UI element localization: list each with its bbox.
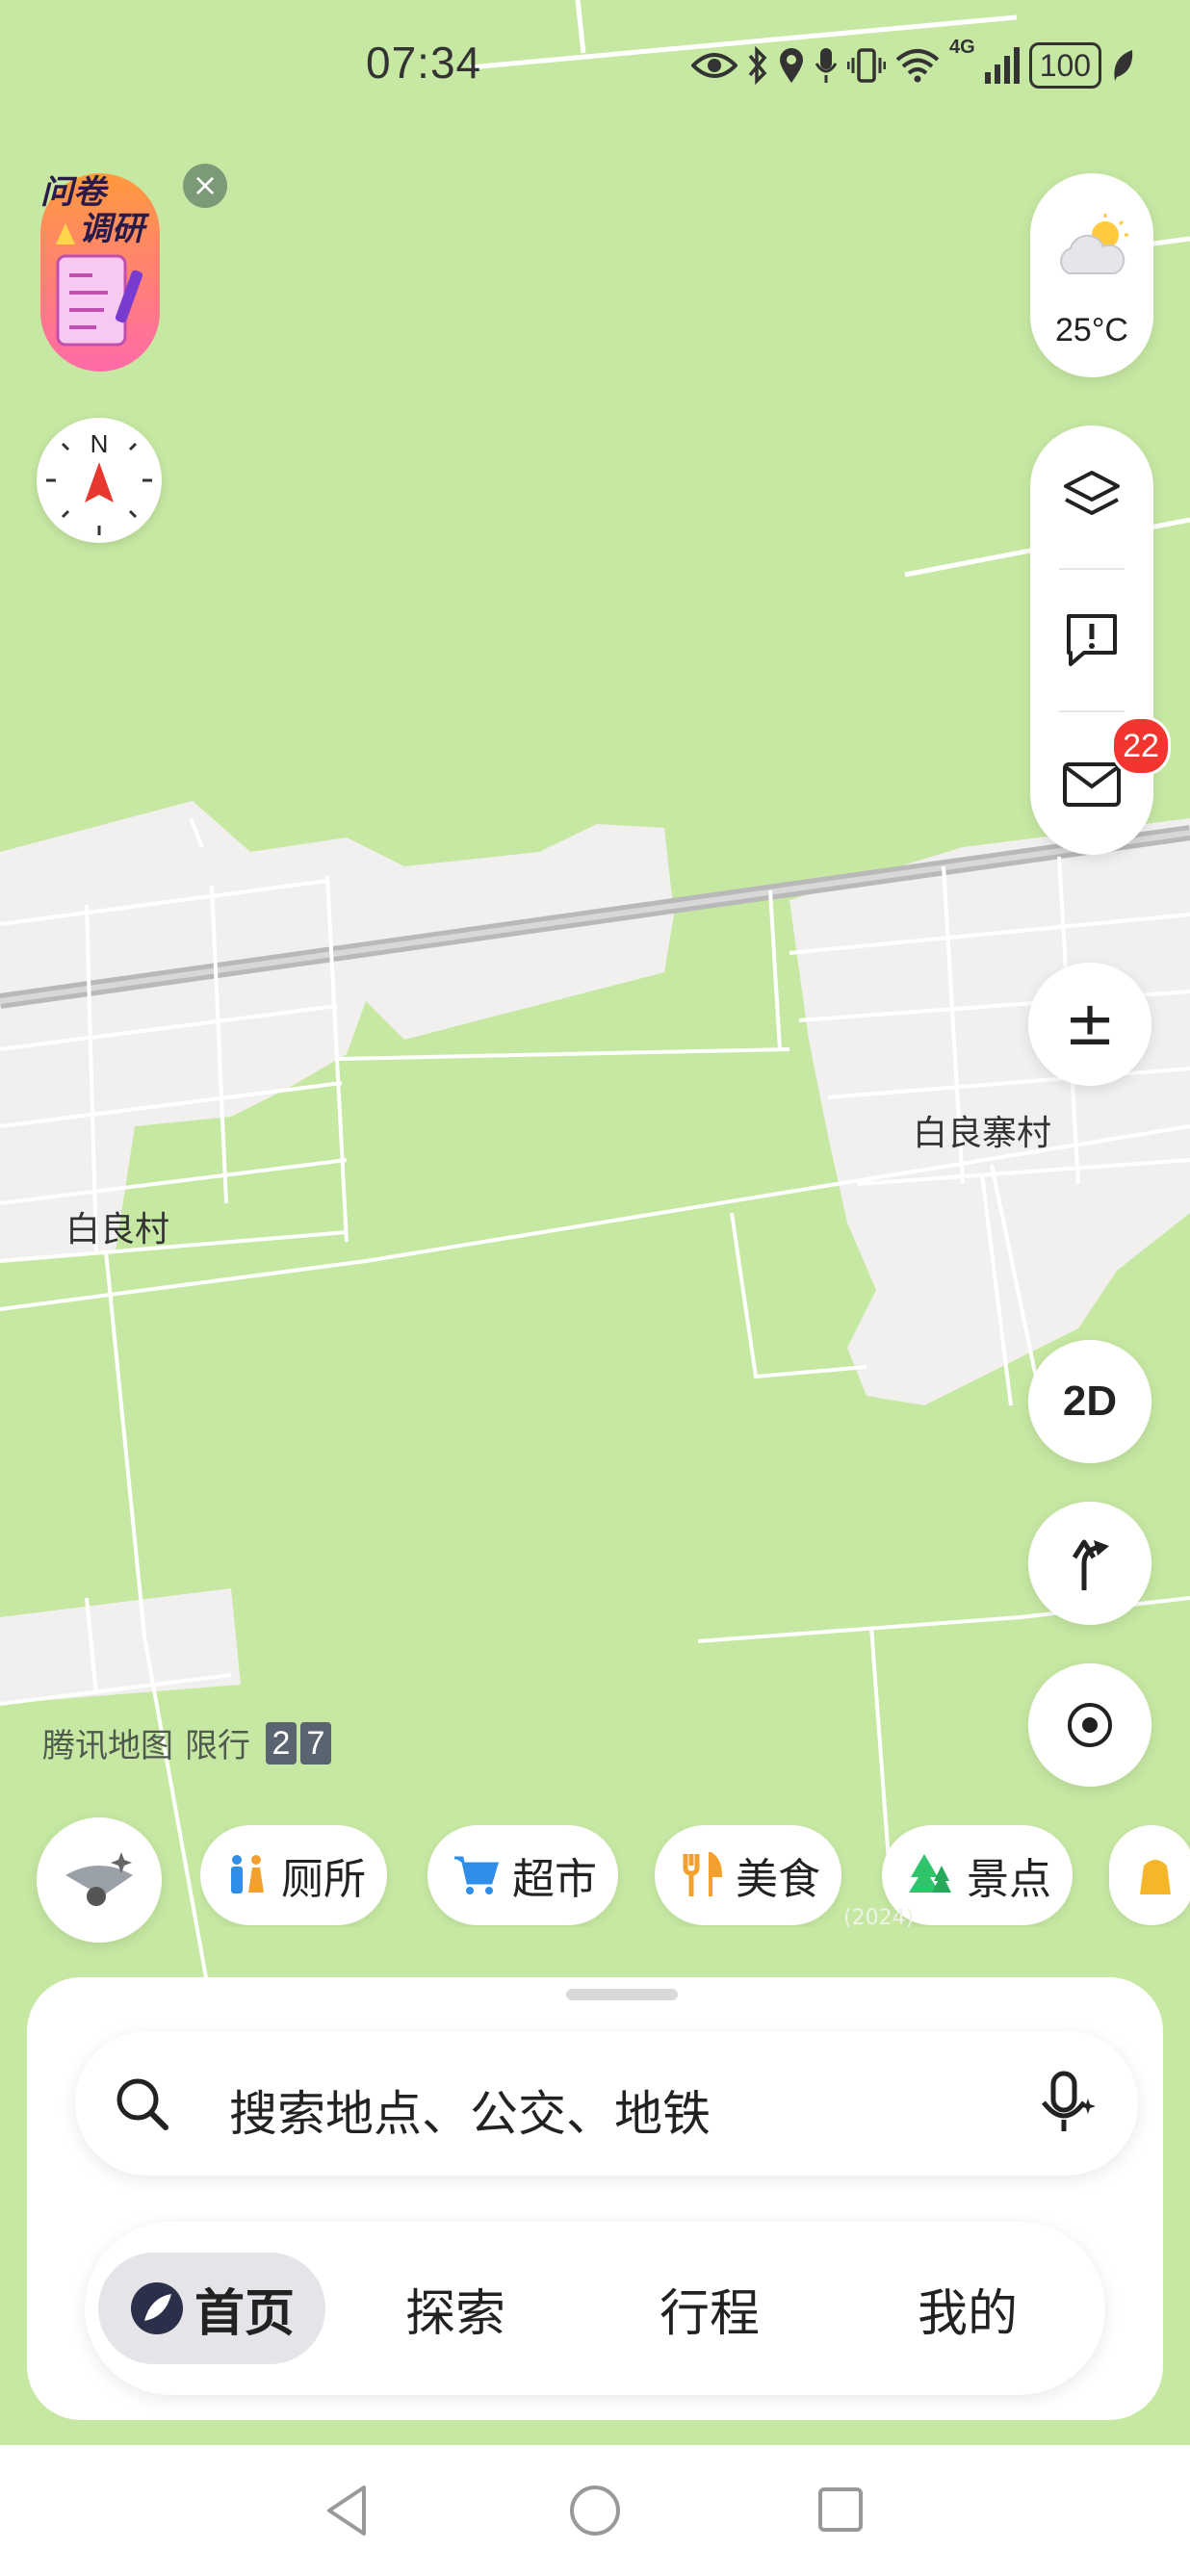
chip-supermarket[interactable]: 超市 — [427, 1825, 618, 1925]
survey-promo[interactable]: 问卷 调研 — [37, 164, 164, 375]
chip-label: 厕所 — [281, 1855, 366, 1904]
compass-north-label: N — [91, 429, 109, 458]
chip-label: 超市 — [512, 1855, 597, 1904]
weather-widget[interactable]: 25°C — [1030, 173, 1153, 377]
chip-toilet[interactable]: 厕所 — [200, 1825, 387, 1925]
village-label-bailiang[interactable]: 白良村 — [65, 1201, 169, 1251]
zoom-label: ± — [1064, 989, 1116, 1060]
bottom-sheet: 搜索地点、公交、地铁 首页 探索 行程 我的 — [27, 1977, 1163, 2420]
compass-button[interactable]: N — [37, 418, 162, 543]
restriction-label[interactable]: 限行 — [185, 1719, 250, 1766]
tree-icon — [907, 1852, 953, 1898]
wifi-icon — [895, 49, 940, 83]
category-chips: 厕所 超市 美食 景点 — [200, 1825, 1190, 1927]
layers-button[interactable] — [1030, 425, 1153, 566]
recents-icon[interactable] — [816, 2486, 865, 2534]
eye-icon — [691, 53, 737, 78]
weather-temperature: 25°C — [1055, 312, 1128, 348]
map-watermark: 腾讯地图 限行 27 — [42, 1719, 331, 1766]
ai-sparkle-icon — [65, 1852, 133, 1906]
tab-home[interactable]: 首页 — [98, 2253, 325, 2364]
tools-divider — [1059, 710, 1125, 712]
mail-icon — [1063, 762, 1121, 807]
network-type: 4G — [949, 37, 975, 58]
search-bar[interactable]: 搜索地点、公交、地铁 — [75, 2031, 1138, 2176]
message-count-badge: 22 — [1111, 716, 1171, 776]
zoom-button[interactable]: ± — [1028, 963, 1151, 1086]
ai-assistant-button[interactable] — [37, 1817, 162, 1943]
view-mode-label: 2D — [1062, 1378, 1118, 1425]
bluetooth-icon — [748, 46, 767, 85]
home-icon[interactable] — [568, 2484, 622, 2537]
voice-search-icon[interactable] — [1038, 2070, 1099, 2137]
village-label-bailiangzhai[interactable]: 白良寨村 — [913, 1105, 1051, 1155]
survey-title-line2: 调研 — [79, 210, 144, 248]
back-icon[interactable] — [323, 2484, 372, 2537]
status-bar: 07:34 4G 100 — [0, 0, 1190, 135]
chip-food[interactable]: 美食 — [655, 1825, 841, 1925]
sheet-drag-handle[interactable] — [566, 1989, 678, 2000]
tab-explore[interactable]: 探索 — [374, 2253, 537, 2364]
more-chip-icon — [1134, 1852, 1177, 1898]
chip-label: 美食 — [736, 1855, 820, 1904]
signal-icon — [984, 47, 1020, 84]
locate-button[interactable] — [1028, 1663, 1151, 1787]
vibrate-icon — [847, 48, 886, 83]
battery-indicator: 100 — [1028, 42, 1102, 89]
tab-trip[interactable]: 行程 — [628, 2253, 791, 2364]
bottom-nav: 首页 探索 行程 我的 — [85, 2222, 1105, 2395]
layers-icon — [1064, 471, 1120, 515]
search-icon — [116, 2078, 168, 2130]
partly-cloudy-icon — [1060, 214, 1128, 274]
tab-mine[interactable]: 我的 — [886, 2253, 1049, 2364]
turn-arrow-icon — [1072, 1539, 1109, 1590]
map-copyright: (2024) — [843, 1906, 915, 1930]
clock: 07:34 — [366, 38, 482, 88]
system-navigation-bar — [0, 2445, 1190, 2576]
location-icon — [780, 48, 803, 83]
close-icon[interactable]: × — [183, 164, 227, 208]
cart-icon — [453, 1854, 499, 1896]
feedback-button[interactable] — [1030, 570, 1153, 710]
home-logo-icon — [130, 2282, 183, 2334]
view-mode-button[interactable]: 2D — [1028, 1340, 1151, 1463]
microphone-icon — [815, 48, 838, 83]
leaf-icon — [1114, 50, 1133, 81]
chip-label: 景点 — [967, 1855, 1051, 1904]
restriction-number: 7 — [300, 1721, 331, 1765]
compass-icon: N — [46, 429, 152, 535]
status-icons: 4G 100 — [691, 37, 1173, 94]
restriction-numbers[interactable]: 27 — [262, 1721, 331, 1765]
restriction-number: 2 — [266, 1721, 297, 1765]
report-issue-icon — [1067, 614, 1117, 666]
chip-more[interactable] — [1109, 1825, 1190, 1925]
my-location-icon — [1068, 1703, 1112, 1747]
toilet-icon — [225, 1854, 268, 1896]
fork-knife-icon — [680, 1852, 722, 1898]
map-tools-panel — [1030, 425, 1153, 855]
route-button[interactable] — [1028, 1502, 1151, 1625]
search-input[interactable]: 搜索地点、公交、地铁 — [229, 2075, 711, 2145]
tencent-map-logo: 腾讯地图 — [42, 1727, 173, 1765]
tab-home-label: 首页 — [194, 2284, 295, 2343]
